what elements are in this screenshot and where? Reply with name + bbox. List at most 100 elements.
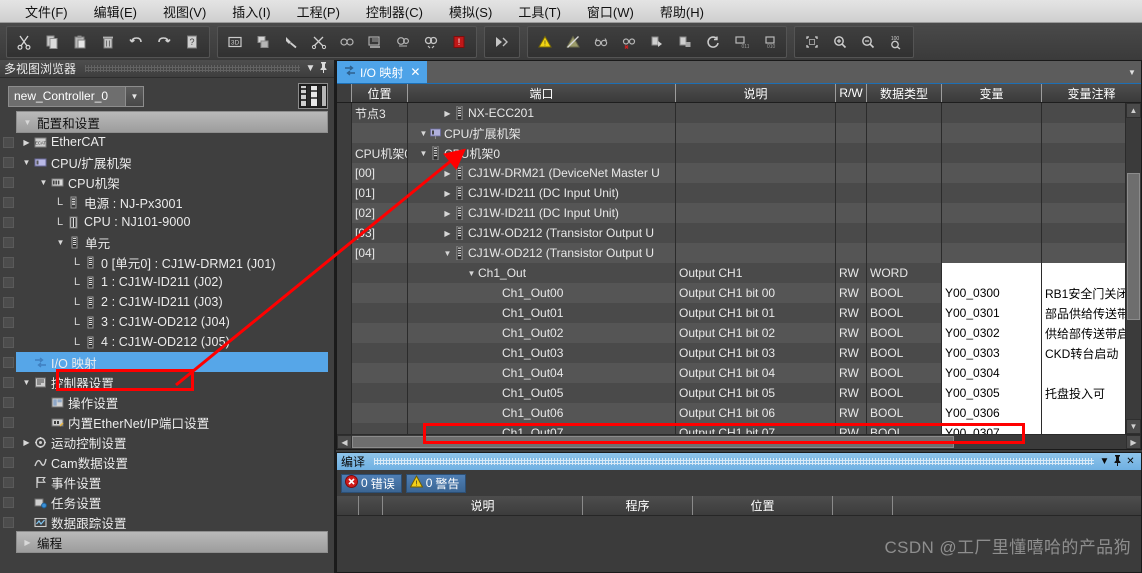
horizontal-scroll-track[interactable] xyxy=(352,435,1126,449)
tree-item-7[interactable]: L 0 [单元0] : CJ1W-DRM21 (J01) xyxy=(0,252,334,272)
panel-menu-chevron-down-icon[interactable]: ▼ xyxy=(304,63,317,74)
row-selector-cell[interactable] xyxy=(337,363,352,383)
twisty-collapsed-icon[interactable]: ▶ xyxy=(21,538,34,547)
tree-item-5[interactable]: L CPU : NJ101-9000 xyxy=(0,212,334,232)
menu-item-5[interactable]: 控制器(C) xyxy=(353,0,436,23)
vertical-scroll-thumb[interactable] xyxy=(1127,173,1140,320)
troubleshoot-icon[interactable]: 011 xyxy=(727,29,755,55)
twisty-collapsed-icon[interactable]: ▶ xyxy=(441,109,454,118)
copy-icon[interactable] xyxy=(38,29,66,55)
zoom-100-icon[interactable]: 100 xyxy=(882,29,910,55)
tab-io-map[interactable]: I/O 映射 ✕ xyxy=(337,61,428,83)
twisty-collapsed-icon[interactable]: ▶ xyxy=(441,189,454,198)
tree-item-3[interactable]: ▼ CPU机架 xyxy=(0,172,334,192)
troubleshoot2-icon[interactable]: 010 xyxy=(755,29,783,55)
tree-item-8[interactable]: L 1 : CJ1W-ID211 (J02) xyxy=(0,272,334,292)
cut-connection-icon[interactable] xyxy=(305,29,333,55)
tree-item-6[interactable]: ▼ 单元 xyxy=(0,232,334,252)
tree-item-12[interactable]: I/O 映射 xyxy=(0,352,334,372)
row-selector-cell[interactable] xyxy=(337,263,352,283)
project-tree[interactable]: ▼ 配置和设置 ▶ ECAT EtherCAT ▼ CPU/扩展机架 ▼ CPU机架 L 电源 : … xyxy=(0,111,334,573)
tree-item-body[interactable]: ▼ 配置和设置 xyxy=(16,111,328,133)
zoom-out-icon[interactable] xyxy=(854,29,882,55)
cut-icon[interactable] xyxy=(10,29,38,55)
twisty-expanded-icon[interactable]: ▼ xyxy=(37,178,50,187)
tree-item-19[interactable]: 任务设置 xyxy=(0,492,334,512)
stop-error-icon[interactable]: ! xyxy=(445,29,473,55)
tree-item-body[interactable]: 操作设置 xyxy=(16,392,334,412)
tree-item-2[interactable]: ▼ CPU/扩展机架 xyxy=(0,152,334,172)
zoom-in-icon[interactable] xyxy=(826,29,854,55)
menu-item-9[interactable]: 帮助(H) xyxy=(647,0,717,23)
twisty-expanded-icon[interactable]: ▼ xyxy=(417,129,430,138)
horizontal-scroll-thumb[interactable] xyxy=(352,436,954,448)
reset-icon[interactable] xyxy=(699,29,727,55)
row-selector-cell[interactable] xyxy=(337,423,352,434)
twisty-expanded-icon[interactable]: ▼ xyxy=(21,118,34,127)
tree-item-13[interactable]: ▼ 控制器设置 xyxy=(0,372,334,392)
twisty-expanded-icon[interactable]: ▼ xyxy=(441,249,454,258)
table-row[interactable]: Ch1_Out06 Output CH1 bit 06 RW BOOL Y00_0306 xyxy=(337,403,1141,423)
grid-column-header-5[interactable]: 变量 xyxy=(942,84,1042,102)
build-icon[interactable] xyxy=(249,29,277,55)
tree-item-16[interactable]: ▶ 运动控制设置 xyxy=(0,432,334,452)
table-row[interactable]: [03] ▶ CJ1W-OD212 (Transistor Output U xyxy=(337,223,1141,243)
cell-variable[interactable] xyxy=(942,183,1042,203)
cell-variable[interactable]: Y00_0303 xyxy=(942,343,1042,363)
cell-variable[interactable]: Y00_0307 xyxy=(942,423,1042,434)
menu-item-0[interactable]: 文件(F) xyxy=(12,0,81,23)
row-selector-cell[interactable] xyxy=(337,323,352,343)
menu-item-2[interactable]: 视图(V) xyxy=(150,0,219,23)
cell-variable[interactable]: Y00_0301 xyxy=(942,303,1042,323)
tree-item-body[interactable]: 内置EtherNet/IP端口设置 xyxy=(16,412,334,432)
warning-off-icon[interactable] xyxy=(559,29,587,55)
row-selector-cell[interactable] xyxy=(337,403,352,423)
grid-column-header-3[interactable]: R/W xyxy=(836,84,867,102)
tree-item-body[interactable]: ▶ 编程 xyxy=(16,531,328,553)
row-selector-cell[interactable] xyxy=(337,223,352,243)
tree-item-9[interactable]: L 2 : CJ1W-ID211 (J03) xyxy=(0,292,334,312)
tree-item-21[interactable]: ▶ 编程 xyxy=(0,531,334,553)
tree-item-body[interactable]: L 3 : CJ1W-OD212 (J04) xyxy=(16,312,334,332)
tab-list-chevron-down-icon[interactable]: ▼ xyxy=(1123,61,1141,83)
transfer-to-controller-icon[interactable] xyxy=(361,29,389,55)
online-icon[interactable] xyxy=(333,29,361,55)
tree-item-body[interactable]: L 4 : CJ1W-OD212 (J05) xyxy=(16,332,334,352)
table-row[interactable]: Ch1_Out00 Output CH1 bit 00 RW BOOL Y00_0300… xyxy=(337,283,1141,303)
twisty-collapsed-icon[interactable]: ▶ xyxy=(441,169,454,178)
build-column-header-3[interactable]: 程序 xyxy=(583,496,693,515)
tree-item-1[interactable]: ▶ ECAT EtherCAT xyxy=(0,132,334,152)
tree-item-body[interactable]: 数据跟踪设置 xyxy=(16,512,334,532)
build-output-list[interactable]: CSDN @工厂里懂嘻哈的产品狗 xyxy=(337,516,1141,572)
table-row[interactable]: CPU机架0 ▼ CPU机架0 xyxy=(337,143,1141,163)
vertical-scroll-track[interactable] xyxy=(1126,118,1141,419)
table-row[interactable]: Ch1_Out03 Output CH1 bit 03 RW BOOL Y00_0303… xyxy=(337,343,1141,363)
twisty-collapsed-icon[interactable]: ▶ xyxy=(441,209,454,218)
close-icon[interactable]: ✕ xyxy=(407,65,420,79)
table-row[interactable]: Ch1_Out04 Output CH1 bit 04 RW BOOL Y00_0304 xyxy=(337,363,1141,383)
tree-item-11[interactable]: L 4 : CJ1W-OD212 (J05) xyxy=(0,332,334,352)
tree-item-body[interactable]: ▶ ECAT EtherCAT xyxy=(16,132,334,152)
cell-variable[interactable] xyxy=(942,123,1042,143)
chevron-down-icon[interactable]: ▼ xyxy=(125,86,143,106)
menu-item-4[interactable]: 工程(P) xyxy=(284,0,353,23)
simulation-icon[interactable] xyxy=(488,29,516,55)
twisty-expanded-icon[interactable]: ▼ xyxy=(20,158,33,167)
cell-variable[interactable] xyxy=(942,263,1042,283)
build-panel-chevron-down-icon[interactable]: ▼ xyxy=(1098,456,1111,467)
cell-variable[interactable]: Y00_0302 xyxy=(942,323,1042,343)
hammer-icon[interactable] xyxy=(277,29,305,55)
tree-item-15[interactable]: 内置EtherNet/IP端口设置 xyxy=(0,412,334,432)
table-row[interactable]: 节点3 ▶ NX-ECC201 xyxy=(337,103,1141,123)
row-selector-cell[interactable] xyxy=(337,303,352,323)
scroll-down-icon[interactable]: ▼ xyxy=(1126,419,1141,434)
tree-item-body[interactable]: ▶ 运动控制设置 xyxy=(16,432,334,452)
row-selector-cell[interactable] xyxy=(337,123,352,143)
scroll-right-icon[interactable]: ▶ xyxy=(1126,435,1141,449)
tree-item-body[interactable]: ▼ 控制器设置 xyxy=(16,372,334,392)
tree-item-body[interactable]: L 2 : CJ1W-ID211 (J03) xyxy=(16,292,334,312)
twisty-expanded-icon[interactable]: ▼ xyxy=(20,378,33,387)
build-panel-close-icon[interactable]: ✕ xyxy=(1124,456,1137,467)
tree-item-body[interactable]: ▼ CPU机架 xyxy=(16,172,334,192)
table-row[interactable]: ▼ Ch1_Out Output CH1 RW WORD xyxy=(337,263,1141,283)
